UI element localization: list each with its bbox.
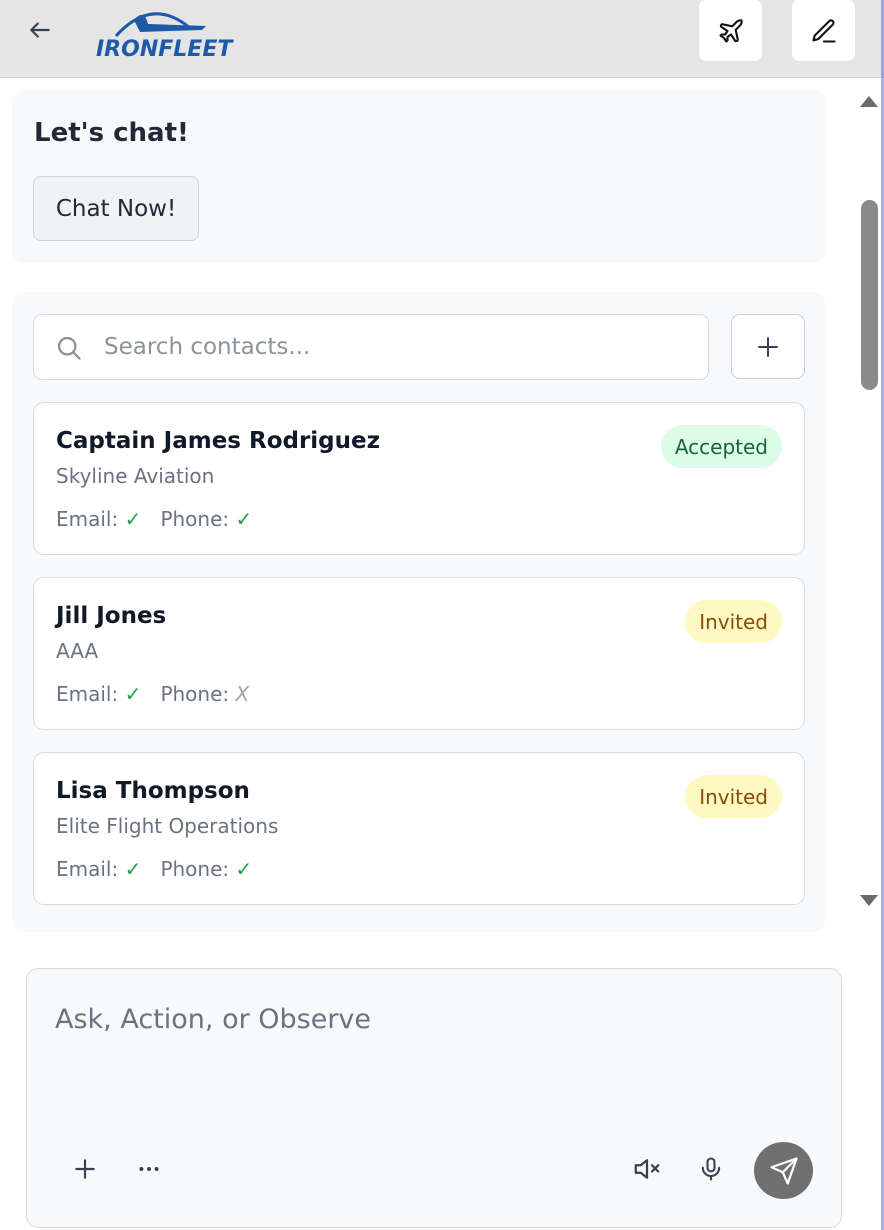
email-label: Email: xyxy=(56,507,119,531)
vertical-scrollbar[interactable] xyxy=(855,78,881,928)
more-options-button[interactable] xyxy=(127,1147,171,1191)
plus-icon xyxy=(75,1159,95,1179)
contact-card[interactable]: Captain James Rodriguez Skyline Aviation… xyxy=(33,402,805,555)
phone-check-mark: ✓ xyxy=(235,857,253,881)
search-input[interactable] xyxy=(104,325,694,369)
contact-org: AAA xyxy=(56,639,99,663)
email-check-mark: ✓ xyxy=(124,507,142,531)
contact-card[interactable]: Jill Jones AAA Email: ✓ Phone: X Invited xyxy=(33,577,805,730)
email-label: Email: xyxy=(56,857,119,881)
email-check-mark: ✓ xyxy=(124,682,142,706)
email-check-mark: ✓ xyxy=(124,857,142,881)
status-badge: Invited xyxy=(685,775,782,818)
more-dots-icon xyxy=(139,1167,159,1171)
phone-label: Phone: xyxy=(160,857,230,881)
edit-button[interactable] xyxy=(792,0,855,61)
contact-verification: Email: ✓ Phone: ✓ xyxy=(56,507,252,531)
phone-label: Phone: xyxy=(160,507,230,531)
attach-button[interactable] xyxy=(63,1147,107,1191)
contact-verification: Email: ✓ Phone: X xyxy=(56,682,249,706)
microphone-button[interactable] xyxy=(689,1147,733,1191)
scroll-up-arrow-icon[interactable] xyxy=(860,96,878,107)
contact-name: Lisa Thompson xyxy=(56,778,250,804)
contact-verification: Email: ✓ Phone: ✓ xyxy=(56,857,252,881)
arrow-left-icon xyxy=(30,22,50,38)
send-icon xyxy=(769,1156,798,1185)
scrollbar-thumb[interactable] xyxy=(861,200,878,390)
chat-card: Let's chat! Chat Now! xyxy=(12,90,826,263)
contact-org: Elite Flight Operations xyxy=(56,814,279,838)
microphone-icon xyxy=(701,1157,721,1181)
status-badge: Invited xyxy=(685,600,782,643)
speaker-muted-icon xyxy=(634,1159,660,1179)
add-contact-button[interactable] xyxy=(731,314,805,379)
flights-button[interactable] xyxy=(699,0,762,61)
chat-now-button[interactable]: Chat Now! xyxy=(33,176,199,241)
phone-x-mark: X xyxy=(235,682,250,706)
logo-text: IRONFLEET xyxy=(96,37,234,60)
status-badge: Accepted xyxy=(660,425,782,468)
contact-name: Jill Jones xyxy=(56,603,167,629)
ironfleet-logo: IRONFLEET xyxy=(94,2,236,62)
contact-name: Captain James Rodriguez xyxy=(56,428,381,454)
phone-check-mark: ✓ xyxy=(235,507,253,531)
content-scroll-area[interactable]: Let's chat! Chat Now! Captain James Rodr… xyxy=(0,78,855,938)
composer-input[interactable] xyxy=(55,999,815,1039)
contacts-panel: Captain James Rodriguez Skyline Aviation… xyxy=(12,292,826,932)
message-composer xyxy=(26,968,842,1228)
chat-card-title: Let's chat! xyxy=(34,118,189,148)
back-button[interactable] xyxy=(22,12,58,48)
plus-icon xyxy=(758,336,778,357)
contact-org: Skyline Aviation xyxy=(56,464,215,488)
pencil-icon xyxy=(811,18,836,43)
search-box[interactable] xyxy=(33,314,709,380)
search-icon xyxy=(57,336,81,360)
email-label: Email: xyxy=(56,682,119,706)
app-header: IRONFLEET xyxy=(0,0,884,78)
mute-button[interactable] xyxy=(625,1147,669,1191)
scroll-down-arrow-icon[interactable] xyxy=(860,895,878,906)
send-button[interactable] xyxy=(754,1142,813,1199)
contact-card[interactable]: Lisa Thompson Elite Flight Operations Em… xyxy=(33,752,805,905)
plane-icon xyxy=(718,18,743,43)
phone-label: Phone: xyxy=(160,682,230,706)
